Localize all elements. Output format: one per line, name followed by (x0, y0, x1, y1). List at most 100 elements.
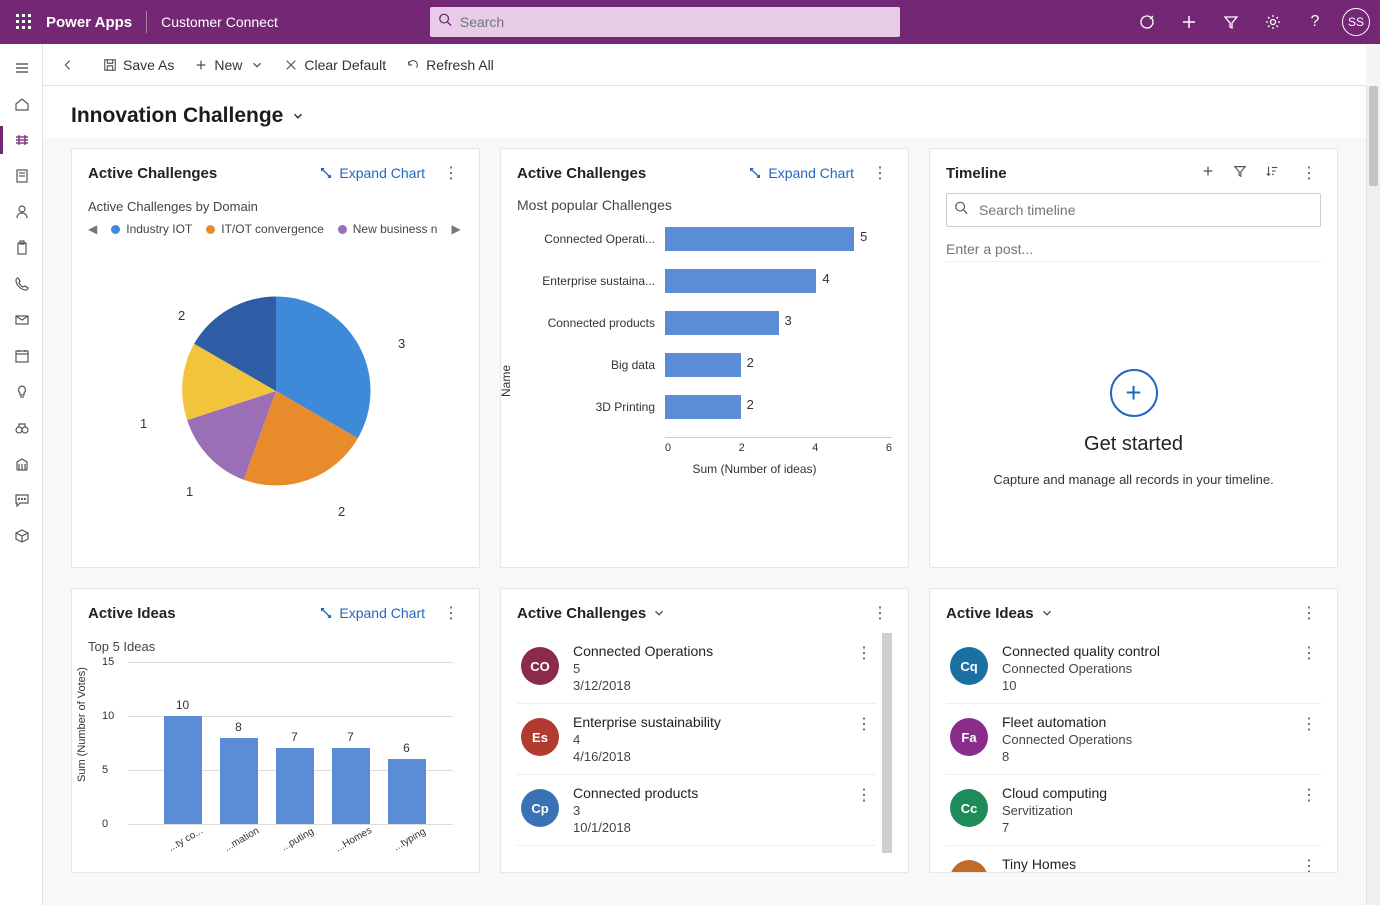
legend-item[interactable]: New business n (338, 222, 438, 236)
list-item[interactable]: EsEnterprise sustainability44/16/2018⋮ (517, 704, 876, 775)
card-title: Active Challenges (517, 165, 646, 182)
back-button[interactable] (51, 48, 85, 82)
bar[interactable] (665, 353, 741, 377)
card-challenges-list: Active Challenges ⋮ COConnected Operatio… (500, 588, 909, 873)
global-search-input[interactable] (430, 7, 900, 37)
idea-icon[interactable] (0, 374, 43, 410)
list-item[interactable]: CqConnected quality controlConnected Ope… (946, 633, 1321, 704)
more-icon[interactable]: ⋮ (1297, 163, 1321, 183)
binoculars-icon[interactable] (0, 410, 43, 446)
bar[interactable] (665, 395, 741, 419)
refresh-all-button[interactable]: Refresh All (396, 48, 504, 82)
timeline-post-input[interactable] (946, 237, 1321, 262)
bar[interactable]: 7...puting (276, 748, 314, 824)
add-icon[interactable] (1168, 0, 1210, 44)
command-bar: Save As New Clear Default Refresh All (43, 44, 1366, 86)
page-icon[interactable] (0, 158, 43, 194)
package-icon[interactable] (0, 518, 43, 554)
monogram-icon: TH (950, 860, 988, 873)
filter-icon[interactable] (1233, 164, 1247, 183)
expand-chart-button[interactable]: Expand Chart (319, 165, 425, 181)
help-icon[interactable]: ? (1294, 0, 1336, 44)
global-search[interactable] (430, 7, 900, 37)
expand-chart-button[interactable]: Expand Chart (748, 165, 854, 181)
legend-next-icon[interactable]: ▶ (451, 222, 460, 236)
bar[interactable]: 7...Homes (332, 748, 370, 824)
page-header: Innovation Challenge (43, 86, 1366, 138)
more-icon[interactable]: ⋮ (1301, 856, 1317, 873)
list-item[interactable]: FaFleet automationConnected Operations8⋮ (946, 704, 1321, 775)
page-title[interactable]: Innovation Challenge (71, 104, 1338, 128)
list-item[interactable]: CpConnected products310/1/2018⋮ (517, 775, 876, 846)
timeline-search-input[interactable] (946, 193, 1321, 227)
waffle-icon[interactable] (10, 8, 38, 36)
card-title: Active Ideas (88, 605, 176, 622)
legend-prev-icon[interactable]: ◀ (88, 222, 97, 236)
axis-tick: 5 (102, 764, 108, 776)
legend-item[interactable]: IT/OT convergence (206, 222, 324, 236)
building-icon[interactable] (0, 446, 43, 482)
avatar-initials: SS (1348, 15, 1364, 29)
sort-icon[interactable] (1265, 164, 1279, 183)
user-avatar[interactable]: SS (1342, 8, 1370, 36)
chat-icon[interactable] (0, 482, 43, 518)
card-title[interactable]: Active Ideas (946, 605, 1054, 622)
list-item[interactable]: THTiny Homes3D Printing⋮ (946, 846, 1321, 873)
dashboard-icon[interactable] (0, 122, 43, 158)
item-title: Fleet automation (1002, 714, 1287, 730)
bar[interactable] (665, 311, 779, 335)
bar[interactable]: 8...mation (220, 738, 258, 824)
clear-default-button[interactable]: Clear Default (274, 48, 396, 82)
target-icon[interactable] (1126, 0, 1168, 44)
bar-value: 10 (176, 698, 189, 712)
bar[interactable]: 10...ty co... (164, 716, 202, 824)
bar[interactable] (665, 269, 816, 293)
bar[interactable]: 6...typing (388, 759, 426, 824)
more-icon[interactable]: ⋮ (856, 643, 872, 663)
expand-chart-label: Expand Chart (768, 165, 854, 181)
more-icon[interactable]: ⋮ (1301, 643, 1317, 663)
card-title[interactable]: Active Challenges (517, 605, 666, 622)
axis-tick: 0 (102, 818, 108, 830)
item-meta: 10/1/2018 (573, 820, 842, 835)
more-icon[interactable]: ⋮ (856, 785, 872, 805)
more-icon[interactable]: ⋮ (1301, 785, 1317, 805)
item-title: Tiny Homes (1002, 856, 1287, 872)
phone-icon[interactable] (0, 266, 43, 302)
bar-category: Connected products (535, 316, 665, 330)
bar[interactable] (665, 227, 854, 251)
page-scrollbar[interactable] (1366, 86, 1380, 905)
bar-value: 7 (291, 730, 298, 744)
x-axis-label: Sum (Number of ideas) (617, 462, 892, 476)
new-button[interactable]: New (184, 48, 274, 82)
mail-icon[interactable] (0, 302, 43, 338)
more-icon[interactable]: ⋮ (868, 603, 892, 623)
home-icon[interactable] (0, 86, 43, 122)
app-name-label[interactable]: Customer Connect (161, 14, 278, 30)
person-icon[interactable] (0, 194, 43, 230)
filter-icon[interactable] (1210, 0, 1252, 44)
hamburger-icon[interactable] (0, 50, 43, 86)
more-icon[interactable]: ⋮ (856, 714, 872, 734)
more-icon[interactable]: ⋮ (439, 603, 463, 623)
timeline-add-button[interactable]: + (1110, 369, 1158, 417)
add-icon[interactable] (1201, 164, 1215, 183)
list-item[interactable]: 33D Printing2⋮ (517, 846, 876, 853)
more-icon[interactable]: ⋮ (439, 163, 463, 183)
save-as-button[interactable]: Save As (93, 48, 184, 82)
gear-icon[interactable] (1252, 0, 1294, 44)
list-item[interactable]: CcCloud computingServitization7⋮ (946, 775, 1321, 846)
monogram-icon: Cp (521, 789, 559, 827)
list-item[interactable]: COConnected Operations53/12/2018⋮ (517, 633, 876, 704)
bar-category: ...typing (382, 821, 436, 859)
more-icon[interactable]: ⋮ (868, 163, 892, 183)
clipboard-icon[interactable] (0, 230, 43, 266)
card-bar-challenges: Active Challenges Expand Chart ⋮ Most po… (500, 148, 909, 568)
more-icon[interactable]: ⋮ (1297, 603, 1321, 623)
more-icon[interactable]: ⋮ (1301, 714, 1317, 734)
expand-chart-button[interactable]: Expand Chart (319, 605, 425, 621)
legend-item[interactable]: Industry IOT (111, 222, 192, 236)
calendar-icon[interactable] (0, 338, 43, 374)
pie-value: 2 (338, 504, 345, 519)
card-title: Timeline (946, 165, 1007, 182)
